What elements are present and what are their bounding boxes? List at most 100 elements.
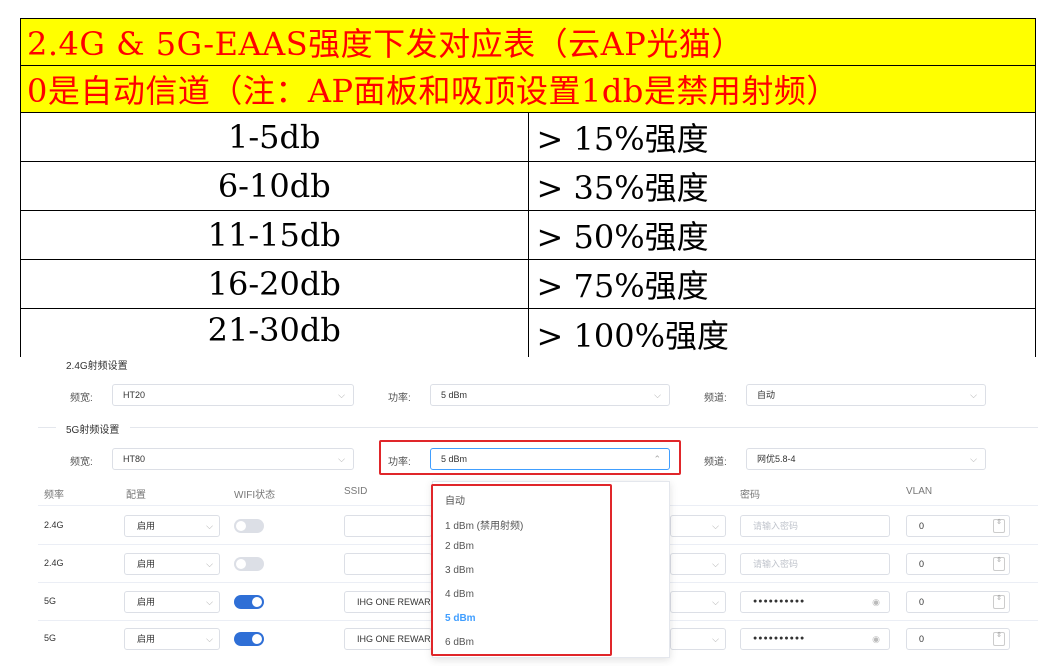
chevron-down-icon: ⌵ (712, 521, 719, 531)
eye-icon[interactable]: ◉ (872, 592, 881, 612)
wifi-toggle[interactable] (234, 632, 264, 646)
channel-select-24g[interactable]: 自动 ⌵ (746, 384, 986, 406)
vlan-stepper[interactable]: 0 ⇳ (906, 591, 1010, 613)
ssid-input[interactable] (344, 515, 432, 537)
vlan-stepper[interactable]: 0 ⇳ (906, 628, 1010, 650)
chevron-down-icon: ⌵ (206, 597, 213, 607)
vlan-value: 0 (919, 521, 925, 531)
spin-icon[interactable]: ⇳ (993, 519, 1005, 533)
ssid-input[interactable]: IHG ONE REWAR (344, 591, 432, 613)
strength-cell: > 50%强度 (527, 210, 1036, 260)
ssid-input[interactable]: IHG ONE REWAR (344, 628, 432, 650)
power-select-5g[interactable]: 5 dBm ⌃ (430, 448, 670, 470)
col-header-config: 配置 (126, 490, 146, 501)
channel-value-24g: 自动 (757, 390, 776, 400)
chevron-down-icon: ⌵ (654, 390, 661, 400)
config-value: 启用 (137, 559, 156, 569)
ssid-input[interactable] (344, 553, 432, 575)
password-dots: ●●●●●●●●●● (753, 598, 806, 605)
security-select[interactable]: ⌵ (670, 628, 726, 650)
config-value: 启用 (137, 521, 156, 531)
power-select-24g[interactable]: 5 dBm ⌵ (430, 384, 670, 406)
config-value: 启用 (137, 597, 156, 607)
chevron-down-icon: ⌵ (206, 634, 213, 644)
section-divider (38, 427, 56, 428)
row-freq: 5G (44, 596, 57, 606)
range-cell: 6-10db (20, 161, 529, 211)
col-header-vlan: VLAN (906, 486, 933, 497)
security-select[interactable]: ⌵ (670, 591, 726, 613)
config-select[interactable]: 启用 ⌵ (124, 628, 220, 650)
table-note: 0是自动信道（注：AP面板和吸顶设置1db是禁用射频） (20, 65, 1036, 113)
channel-select-5g[interactable]: 网优5.8-4 ⌵ (746, 448, 986, 470)
vlan-value: 0 (919, 634, 925, 644)
bandwidth-select-5g[interactable]: HT80 ⌵ (112, 448, 354, 470)
chevron-down-icon: ⌵ (206, 521, 213, 531)
col-header-freq: 频率 (44, 490, 64, 501)
bandwidth-value-24g: HT20 (123, 390, 146, 400)
password-input[interactable]: ●●●●●●●●●● ◉ (740, 628, 890, 650)
password-input[interactable]: 请输入密码 (740, 553, 890, 575)
channel-label-24g: 频道: (704, 393, 727, 404)
section-divider (130, 427, 1038, 428)
config-select[interactable]: 启用 ⌵ (124, 591, 220, 613)
bandwidth-select-24g[interactable]: HT20 ⌵ (112, 384, 354, 406)
chevron-up-icon: ⌃ (653, 454, 661, 464)
channel-label-5g: 频道: (704, 457, 727, 468)
range-cell: 11-15db (20, 210, 529, 260)
chevron-down-icon: ⌵ (970, 390, 977, 400)
col-header-ssid: SSID (344, 486, 368, 497)
eye-icon[interactable]: ◉ (872, 629, 881, 649)
chevron-down-icon: ⌵ (206, 559, 213, 569)
spin-icon[interactable]: ⇳ (993, 595, 1005, 609)
power-label-5g: 功率: (388, 457, 411, 468)
vlan-stepper[interactable]: 0 ⇳ (906, 553, 1010, 575)
spin-icon[interactable]: ⇳ (993, 557, 1005, 571)
row-freq: 2.4G (44, 520, 64, 530)
wifi-toggle[interactable] (234, 557, 264, 571)
security-select[interactable]: ⌵ (670, 515, 726, 537)
chevron-down-icon: ⌵ (338, 454, 345, 464)
security-select[interactable]: ⌵ (670, 553, 726, 575)
strength-cell: > 35%强度 (527, 161, 1036, 211)
config-select[interactable]: 启用 ⌵ (124, 515, 220, 537)
password-dots: ●●●●●●●●●● (753, 635, 806, 642)
channel-value-5g: 网优5.8-4 (757, 454, 796, 464)
power-value-24g: 5 dBm (441, 390, 468, 400)
row-freq: 2.4G (44, 558, 64, 568)
chevron-down-icon: ⌵ (712, 597, 719, 607)
toggle-knob (236, 559, 246, 569)
wifi-toggle[interactable] (234, 519, 264, 533)
bandwidth-value-5g: HT80 (123, 454, 146, 464)
strength-cell: > 75%强度 (527, 259, 1036, 309)
col-header-wifi-status: WIFI状态 (234, 490, 276, 501)
strength-reference-table: 2.4G & 5G-EAAS强度下发对应表（云AP光猫） 0是自动信道（注：AP… (20, 18, 1036, 357)
chevron-down-icon: ⌵ (338, 390, 345, 400)
power-label-24g: 功率: (388, 393, 411, 404)
toggle-knob (252, 597, 262, 607)
password-input[interactable]: 请输入密码 (740, 515, 890, 537)
strength-cell: > 15%强度 (527, 112, 1036, 162)
section-title-24g: 2.4G射频设置 (66, 361, 128, 372)
wifi-toggle[interactable] (234, 595, 264, 609)
chevron-down-icon: ⌵ (712, 559, 719, 569)
vlan-stepper[interactable]: 0 ⇳ (906, 515, 1010, 537)
row-freq: 5G (44, 633, 57, 643)
bandwidth-label-5g: 频宽: (70, 457, 93, 468)
vlan-value: 0 (919, 597, 925, 607)
chevron-down-icon: ⌵ (970, 454, 977, 464)
chevron-down-icon: ⌵ (712, 634, 719, 644)
range-cell: 1-5db (20, 112, 529, 162)
bandwidth-label-24g: 频宽: (70, 393, 93, 404)
range-cell: 21-30db (20, 308, 529, 357)
strength-cell: > 100%强度 (527, 308, 1036, 357)
password-input[interactable]: ●●●●●●●●●● ◉ (740, 591, 890, 613)
section-title-5g: 5G射频设置 (66, 425, 120, 436)
toggle-knob (236, 521, 246, 531)
vlan-value: 0 (919, 559, 925, 569)
highlight-box-dropdown (431, 484, 612, 656)
config-select[interactable]: 启用 ⌵ (124, 553, 220, 575)
col-header-password: 密码 (740, 490, 760, 501)
spin-icon[interactable]: ⇳ (993, 632, 1005, 646)
toggle-knob (252, 634, 262, 644)
